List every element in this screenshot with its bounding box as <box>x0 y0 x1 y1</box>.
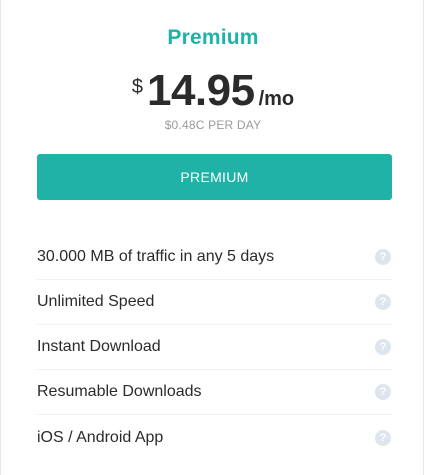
price-period: /mo <box>258 88 295 110</box>
help-icon[interactable]: ? <box>375 339 391 355</box>
feature-label: 30.000 MB of traffic in any 5 days <box>37 248 275 265</box>
premium-button[interactable]: PREMIUM <box>37 154 392 200</box>
feature-label: Resumable Downloads <box>37 383 202 400</box>
help-icon[interactable]: ? <box>375 384 391 400</box>
feature-item-instant-download: Instant Download ? <box>37 325 392 370</box>
plan-title: Premium <box>167 26 259 49</box>
pricing-card: Premium $ 14.95 /mo $0.48C PER DAY PREMI… <box>0 0 424 475</box>
price-currency: $ <box>131 76 143 98</box>
feature-item-traffic: 30.000 MB of traffic in any 5 days ? <box>37 235 392 280</box>
help-icon[interactable]: ? <box>375 294 391 310</box>
feature-item-resumable: Resumable Downloads ? <box>37 370 392 415</box>
feature-label: iOS / Android App <box>37 428 164 446</box>
help-icon[interactable]: ? <box>375 249 391 265</box>
feature-label: Instant Download <box>37 338 161 355</box>
feature-item-mobile-app: iOS / Android App ? <box>37 415 392 460</box>
feature-item-speed: Unlimited Speed ? <box>37 280 392 325</box>
price-per-day: $0.48C PER DAY <box>164 118 262 132</box>
feature-list: 30.000 MB of traffic in any 5 days ? Unl… <box>37 235 392 460</box>
feature-label: Unlimited Speed <box>37 293 155 310</box>
price: $ 14.95 /mo <box>1 66 425 116</box>
help-icon[interactable]: ? <box>375 429 391 446</box>
price-amount: 14.95 <box>146 66 255 115</box>
